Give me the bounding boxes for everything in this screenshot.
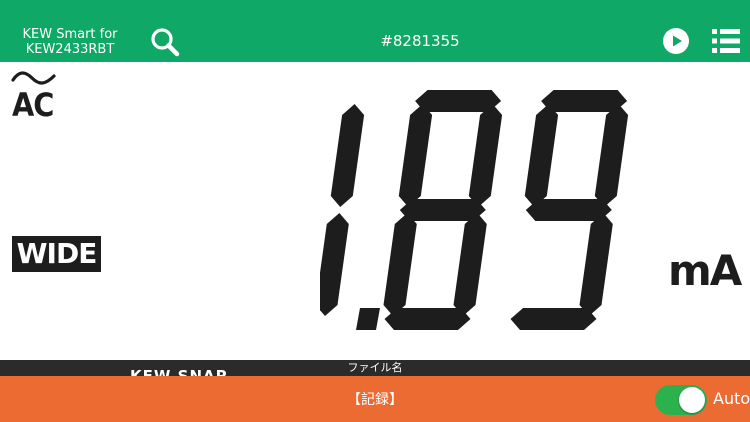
record-button[interactable]: 【記録】 <box>320 389 430 409</box>
lcd-digit-0-segment-b <box>330 104 365 207</box>
top-bar: KEW Smart for KEW2433RBT #8281355 <box>0 0 750 62</box>
kew-snap-label: KEW SNAP <box>130 367 228 376</box>
unit-label: mA <box>668 246 742 295</box>
lcd-digit-2-segment-g <box>525 199 612 221</box>
app-title: KEW Smart for KEW2433RBT <box>18 27 122 57</box>
list-menu-icon <box>712 29 740 53</box>
bottom-bar: 【記録】 Auto <box>0 376 750 422</box>
lcd-digit-1-segment-b <box>468 104 503 207</box>
lcd-digit-1-segment-c <box>453 213 487 316</box>
lcd-digit-1-segment-e <box>383 213 417 316</box>
app-title-line1: KEW Smart for <box>22 27 118 42</box>
play-icon <box>663 28 689 54</box>
mode-label: AC <box>12 86 54 124</box>
lcd-decimal-point <box>356 308 380 330</box>
lcd-digit-1-segment-g <box>399 199 486 221</box>
lcd-digit-2-segment-c <box>579 213 613 316</box>
kew-snap-clip: KEW SNAP <box>0 360 750 376</box>
auto-toggle[interactable] <box>655 385 707 415</box>
lcd-digit-0-segment-c <box>320 213 349 316</box>
play-button[interactable] <box>662 27 690 55</box>
search-button[interactable] <box>150 27 182 57</box>
toggle-knob <box>679 387 705 413</box>
device-id: #8281355 <box>380 32 460 50</box>
auto-label: Auto <box>713 389 750 408</box>
lcd-reading <box>320 90 629 330</box>
lcd-digit-1-segment-f <box>398 104 433 207</box>
lcd-digit-2-segment-f <box>524 104 559 207</box>
range-badge: WIDE <box>12 236 101 272</box>
search-icon <box>151 28 180 57</box>
app-title-line2: KEW2433RBT <box>25 42 115 57</box>
lcd-digit-2-segment-b <box>594 104 629 207</box>
lcd-digit-2-segment-d <box>510 308 597 330</box>
menu-button[interactable] <box>712 28 740 54</box>
